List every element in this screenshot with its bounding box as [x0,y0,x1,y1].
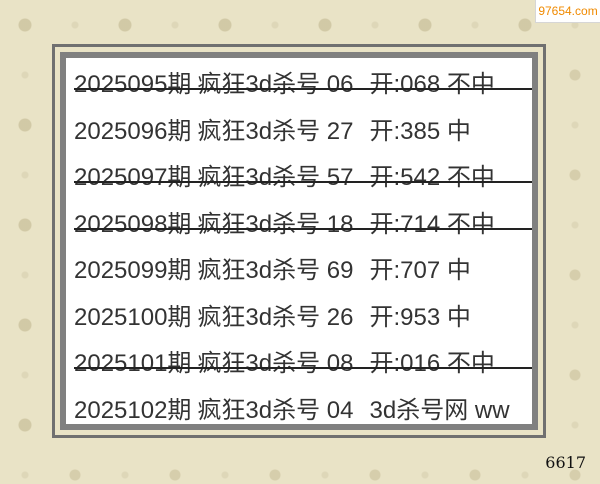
list-item: 2025102期 疯狂3d杀号 04 3d杀号网 ww [74,388,532,425]
kill-number: 疯狂3d杀号 06 [197,71,354,98]
period-label: 2025099期 [74,257,192,284]
list-item: 2025101期 疯狂3d杀号 08 开:016 不中 [74,341,532,388]
period-label: 2025101期 [74,350,192,377]
period-label: 2025095期 [74,71,192,98]
list-item: 2025095期 疯狂3d杀号 06 开:068 不中 [74,62,532,109]
site-watermark-badge[interactable]: 97654.com [535,0,600,23]
period-label: 2025102期 [74,396,192,424]
period-label: 2025098期 [74,210,192,238]
kill-number-panel: 2025095期 疯狂3d杀号 06 开:068 不中 2025096期 疯狂3d杀号… [60,52,538,430]
list-item: 2025099期 疯狂3d杀号 69 开:707 中 [74,248,532,295]
kill-number: 疯狂3d杀号 27 [197,117,354,145]
draw-result: 开:542 不中 [369,164,495,191]
kill-number: 疯狂3d杀号 69 [197,257,354,284]
draw-result: 开:707 中 [369,257,471,284]
period-label: 2025096期 [74,117,192,145]
draw-result: 开:016 不中 [369,350,495,377]
kill-number: 疯狂3d杀号 18 [197,210,354,238]
period-label: 2025097期 [74,164,192,191]
kill-number: 疯狂3d杀号 04 [197,396,354,424]
list-item: 2025097期 疯狂3d杀号 57 开:542 不中 [74,155,532,202]
kill-number: 疯狂3d杀号 26 [197,303,354,331]
draw-result: 3d杀号网 ww [369,396,510,424]
draw-result: 开:714 不中 [369,210,495,238]
draw-result: 开:385 中 [369,117,471,145]
visit-counter: 6617 [545,453,586,472]
draw-result: 开:953 中 [369,303,471,331]
kill-number: 疯狂3d杀号 57 [197,164,354,191]
list-item: 2025098期 疯狂3d杀号 18 开:714 不中 [74,202,532,249]
kill-number: 疯狂3d杀号 08 [197,350,354,377]
kill-number-list: 2025095期 疯狂3d杀号 06 开:068 不中 2025096期 疯狂3d杀号… [74,62,532,425]
period-label: 2025100期 [74,303,192,331]
draw-result: 开:068 不中 [369,71,495,98]
list-item: 2025096期 疯狂3d杀号 27 开:385 中 [74,109,532,156]
list-item: 2025100期 疯狂3d杀号 26 开:953 中 [74,295,532,342]
